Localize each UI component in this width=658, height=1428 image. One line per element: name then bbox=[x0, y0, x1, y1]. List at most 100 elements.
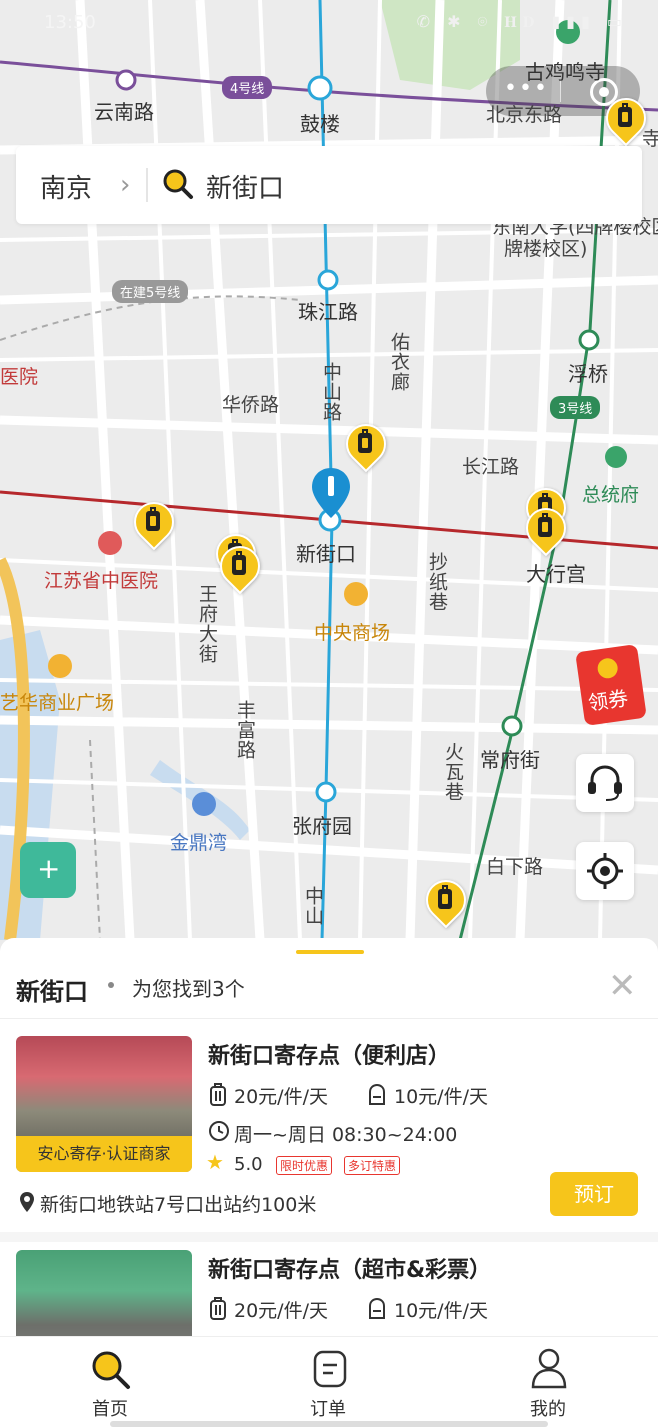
backpack-icon bbox=[369, 1083, 385, 1105]
map-view[interactable]: 13:50 ✆ ✱ ⌾ 𝐇𝐃 ▮▮▮ ▭ ••• 4号线 在建5号线 3号线 云… bbox=[0, 0, 658, 940]
coupon-seal-icon bbox=[596, 657, 619, 680]
suitcase-icon bbox=[210, 1083, 226, 1106]
line3-badge: 3号线 bbox=[550, 396, 601, 419]
luggage-icon bbox=[358, 429, 372, 453]
results-sheet: 新街口 为您找到3个 ✕ 安心寄存·认证商家 新街口寄存点（便利店） 20元/件… bbox=[0, 938, 658, 1386]
line5-badge: 在建5号线 bbox=[112, 280, 189, 303]
safety-shield-button[interactable] bbox=[20, 842, 76, 898]
map-label: 中央商场 bbox=[314, 622, 391, 644]
map-label: 江苏省中医院 bbox=[44, 570, 159, 592]
map-label: 金鼎湾 bbox=[170, 832, 228, 854]
luggage-pin[interactable] bbox=[597, 89, 655, 150]
headset-icon bbox=[588, 765, 622, 801]
store-address: 新街口地铁站7号口出站约100米 bbox=[40, 1194, 317, 1216]
certified-badge: 安心寄存·认证商家 bbox=[16, 1136, 192, 1172]
map-label: 中山路 bbox=[320, 362, 342, 422]
home-indicator bbox=[110, 1421, 548, 1427]
map-label: 古鸡鸣寺 bbox=[525, 60, 605, 84]
map-label: 王府大街 bbox=[196, 584, 218, 664]
map-label: 抄纸巷 bbox=[426, 552, 448, 612]
location-marker-icon bbox=[20, 1192, 34, 1212]
luggage-pin[interactable] bbox=[125, 493, 183, 554]
search-icon bbox=[163, 169, 193, 199]
customer-service-button[interactable] bbox=[576, 754, 634, 812]
star-icon: ★ bbox=[206, 1150, 224, 1174]
store-name: 新街口寄存点（便利店） bbox=[208, 1044, 451, 1069]
search-divider bbox=[146, 168, 148, 202]
results-title: 新街口 bbox=[16, 978, 88, 1006]
line4-badge: 4号线 bbox=[222, 76, 273, 99]
user-icon bbox=[531, 1348, 567, 1389]
map-label: 华侨路 bbox=[222, 394, 280, 416]
luggage-icon bbox=[438, 885, 452, 909]
luggage-price: 20元/件/天 bbox=[234, 1086, 328, 1108]
close-icon[interactable]: ✕ bbox=[608, 966, 637, 1006]
map-label: 白下路 bbox=[486, 856, 544, 878]
map-label: 北京东路 bbox=[486, 104, 563, 126]
result-card[interactable]: 新街口寄存点（超市&彩票） 20元/件/天 10元/件/天 bbox=[0, 1250, 658, 1386]
locate-me-button[interactable] bbox=[576, 842, 634, 900]
chevron-right-icon[interactable]: › bbox=[120, 170, 130, 200]
luggage-icon bbox=[618, 103, 632, 127]
result-card[interactable]: 安心寄存·认证商家 新街口寄存点（便利店） 20元/件/天 10元/件/天 周一… bbox=[0, 1036, 658, 1226]
rating-value: 5.0 bbox=[234, 1154, 263, 1175]
map-label: 中山 bbox=[302, 886, 324, 926]
store-name: 新街口寄存点（超市&彩票） bbox=[208, 1258, 492, 1283]
search-input[interactable]: 新街口 bbox=[206, 168, 284, 205]
map-label: 珠江路 bbox=[298, 300, 358, 324]
map-label: 火瓦巷 bbox=[442, 742, 464, 802]
tab-orders[interactable]: 订单 bbox=[268, 1337, 388, 1428]
tab-profile[interactable]: 我的 bbox=[488, 1337, 608, 1428]
luggage-icon bbox=[538, 513, 552, 537]
map-label: 佑衣廊 bbox=[388, 332, 410, 392]
orders-icon bbox=[313, 1350, 347, 1388]
search-bar[interactable]: 南京 › 新街口 bbox=[16, 146, 642, 224]
luggage-icon bbox=[146, 507, 160, 531]
results-count: 为您找到3个 bbox=[132, 977, 245, 1001]
map-label: 张府园 bbox=[292, 814, 352, 838]
luggage-pin[interactable] bbox=[211, 537, 269, 598]
backpack-icon bbox=[369, 1297, 385, 1319]
tab-label: 首页 bbox=[92, 1399, 128, 1420]
city-selector[interactable]: 南京 bbox=[40, 168, 92, 205]
card-separator bbox=[0, 1232, 658, 1242]
map-label: 浮桥 bbox=[568, 362, 608, 386]
suitcase-icon bbox=[210, 1297, 226, 1320]
luggage-price: 20元/件/天 bbox=[234, 1300, 328, 1322]
divider bbox=[0, 1018, 658, 1019]
map-label: 大行宫 bbox=[526, 562, 586, 586]
coupon-label: 领券 bbox=[586, 685, 630, 716]
luggage-icon bbox=[232, 551, 246, 575]
tab-label: 我的 bbox=[530, 1399, 566, 1420]
map-label: 云南路 bbox=[94, 100, 154, 124]
clock-icon bbox=[209, 1121, 229, 1141]
map-label: 总统府 bbox=[582, 484, 640, 506]
map-label: 艺华商业广场 bbox=[0, 692, 115, 714]
bag-price: 10元/件/天 bbox=[394, 1086, 488, 1108]
luggage-pin[interactable] bbox=[517, 499, 575, 560]
opening-hours: 周一~周日 08:30~24:00 bbox=[234, 1124, 458, 1146]
map-label: 长江路 bbox=[462, 456, 520, 478]
map-label: 常府街 bbox=[480, 748, 540, 772]
coupon-button[interactable]: 领券 bbox=[575, 644, 647, 726]
separator-dot bbox=[108, 982, 114, 988]
map-label: 新街口 bbox=[296, 542, 356, 566]
tab-home[interactable]: 首页 bbox=[50, 1337, 170, 1428]
store-photo: 安心寄存·认证商家 bbox=[16, 1036, 192, 1172]
status-time: 13:50 bbox=[44, 12, 96, 33]
book-button[interactable]: 预订 bbox=[550, 1172, 638, 1216]
location-pin-icon bbox=[312, 468, 350, 518]
tab-label: 订单 bbox=[310, 1399, 346, 1420]
map-label: 鼓楼 bbox=[300, 112, 340, 136]
bottom-tab-bar: 首页 订单 我的 bbox=[0, 1336, 658, 1428]
sheet-handle[interactable] bbox=[296, 950, 364, 954]
crosshair-icon bbox=[587, 853, 623, 889]
promo-tag: 限时优惠 bbox=[276, 1156, 333, 1175]
luggage-pin[interactable] bbox=[417, 871, 475, 932]
map-label: 医院 bbox=[0, 366, 39, 388]
luggage-pin[interactable] bbox=[337, 415, 395, 476]
search-home-icon bbox=[92, 1351, 130, 1389]
map-label: 牌楼校区) bbox=[504, 238, 588, 260]
bag-price: 10元/件/天 bbox=[394, 1300, 488, 1322]
map-label: 丰富路 bbox=[234, 700, 256, 760]
